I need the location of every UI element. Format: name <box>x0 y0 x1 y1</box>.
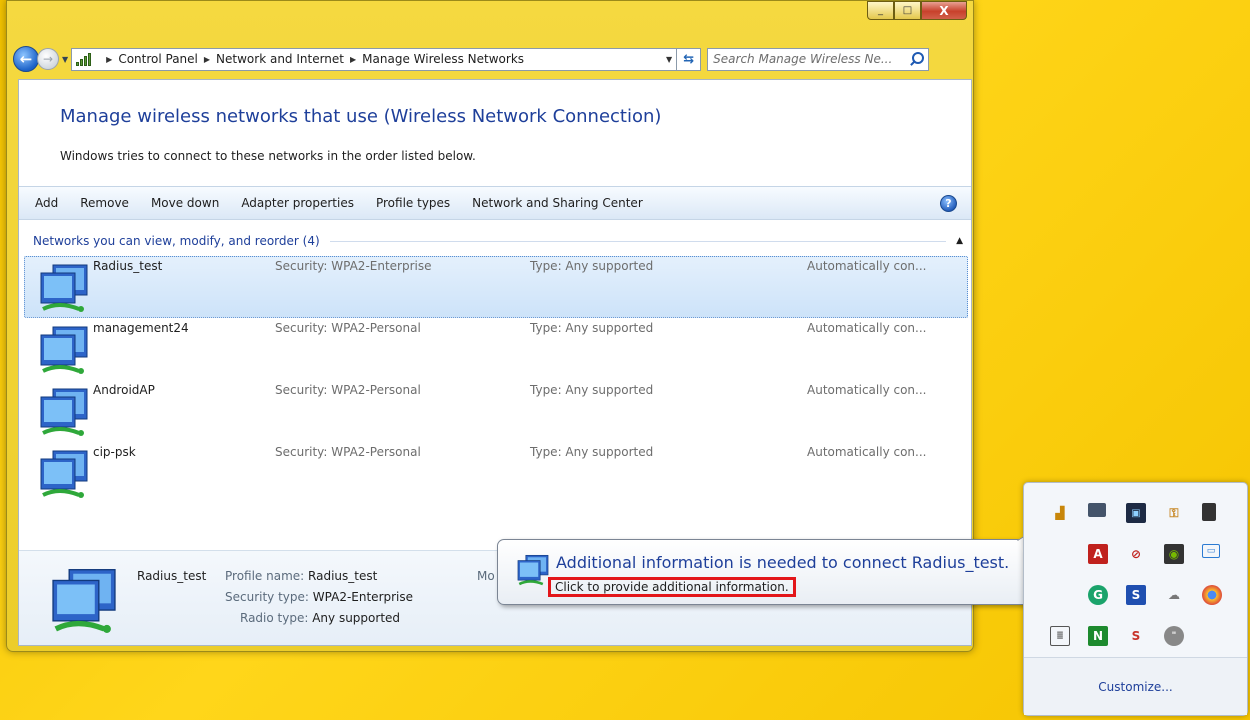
address-dropdown-icon[interactable]: ▼ <box>666 55 672 64</box>
nvidia-icon[interactable]: ◉ <box>1164 544 1184 564</box>
network-sharing-center-button[interactable]: Network and Sharing Center <box>472 196 643 210</box>
notification-area-overflow: ▟ ▣ ⚿ A ⊘ ◉ ▭ G S ☁ ≣ N S " Customize... <box>1023 482 1248 716</box>
search-icon[interactable] <box>909 52 925 66</box>
recent-pages-dropdown[interactable]: ▼ <box>62 55 68 64</box>
search-box[interactable]: Search Manage Wireless Ne... <box>707 47 930 71</box>
details-radio-type: Radio type: Any supported <box>240 611 400 625</box>
search-input[interactable]: Search Manage Wireless Ne... <box>713 52 909 66</box>
network-group-header[interactable]: Networks you can view, modify, and reord… <box>33 234 963 248</box>
collapse-caret-icon[interactable]: ▲ <box>956 236 963 246</box>
security-type-label: Security type: <box>225 590 309 604</box>
monitor-icon[interactable] <box>1088 503 1106 517</box>
command-bar: Add Remove Move down Adapter properties … <box>19 186 971 220</box>
details-security-type: Security type: WPA2-Enterprise <box>225 590 413 604</box>
group-divider <box>329 240 947 242</box>
back-button[interactable]: ← <box>13 46 39 72</box>
hardware-monitor-icon[interactable]: ▣ <box>1126 503 1146 523</box>
profile-types-button[interactable]: Profile types <box>376 196 450 210</box>
blank-slot-icon <box>1050 585 1070 605</box>
network-list: Radius_test Security: WPA2-Enterprise Ty… <box>24 256 968 504</box>
cloud-icon[interactable]: ☁ <box>1164 585 1184 605</box>
group-title: Networks you can view, modify, and reord… <box>33 234 320 248</box>
refresh-button[interactable]: ⇆ <box>677 47 702 71</box>
network-security: Security: WPA2-Enterprise <box>275 259 432 273</box>
caption-buttons: _ □ X <box>867 1 967 20</box>
wifi-signal-icon[interactable]: ▟ <box>1050 503 1070 523</box>
network-connect-mode: Automatically con... <box>807 383 927 397</box>
wireless-network-icon <box>52 569 116 633</box>
radio-type-label: Radio type: <box>240 611 309 625</box>
profile-name-value: Radius_test <box>308 569 378 583</box>
add-button[interactable]: Add <box>35 196 58 210</box>
details-network-name: Radius_test <box>137 569 207 583</box>
breadcrumb-separator[interactable]: ▶ <box>204 55 210 64</box>
security-type-value: WPA2-Enterprise <box>312 590 414 604</box>
chat-bubble-icon[interactable]: " <box>1164 626 1184 646</box>
breadcrumb-manage-wireless-networks[interactable]: Manage Wireless Networks <box>362 52 524 66</box>
wireless-network-icon <box>517 554 549 586</box>
network-adapter-icon[interactable]: ≣ <box>1050 626 1070 646</box>
help-icon[interactable]: ? <box>940 195 957 212</box>
network-connect-mode: Automatically con... <box>807 259 927 273</box>
address-bar[interactable]: ▶ Control Panel ▶ Network and Internet ▶… <box>71 47 678 71</box>
tray-footer: Customize... <box>1024 657 1247 715</box>
keyboard-icon[interactable] <box>1202 503 1216 521</box>
profile-name-label: Profile name: <box>225 569 305 583</box>
maximize-button[interactable]: □ <box>894 1 921 20</box>
minimize-button[interactable]: _ <box>867 1 894 20</box>
forward-button[interactable]: → <box>37 48 59 70</box>
network-row[interactable]: cip-psk Security: WPA2-Personal Type: An… <box>24 442 968 504</box>
navigation-bar: ← → ▼ ▶ Control Panel ▶ Network and Inte… <box>13 45 969 73</box>
network-security: Security: WPA2-Personal <box>275 445 421 459</box>
grammarly-icon[interactable]: G <box>1088 585 1108 605</box>
network-row[interactable]: management24 Security: WPA2-Personal Typ… <box>24 318 968 380</box>
network-security: Security: WPA2-Personal <box>275 383 421 397</box>
network-name: AndroidAP <box>93 383 155 397</box>
pdf-blocked-icon[interactable]: ⊘ <box>1126 544 1146 564</box>
wireless-network-icon <box>40 264 88 312</box>
breadcrumb-network-and-internet[interactable]: Network and Internet <box>216 52 344 66</box>
network-name: management24 <box>93 321 189 335</box>
network-type: Type: Any supported <box>530 445 654 459</box>
network-connect-mode: Automatically con... <box>807 321 927 335</box>
page-title: Manage wireless networks that use (Wirel… <box>60 106 662 127</box>
wireless-network-icon <box>40 450 88 498</box>
remove-button[interactable]: Remove <box>80 196 129 210</box>
tray-icon-grid: ▟ ▣ ⚿ A ⊘ ◉ ▭ G S ☁ ≣ N S " <box>1050 503 1240 667</box>
adapter-properties-button[interactable]: Adapter properties <box>241 196 354 210</box>
customize-link[interactable]: Customize... <box>1098 680 1172 694</box>
security-center-icon[interactable]: ⚿ <box>1164 503 1184 523</box>
details-profile-name: Profile name: Radius_test <box>225 569 377 583</box>
notification-balloon[interactable]: Additional information is needed to conn… <box>497 539 1076 605</box>
green-app-icon[interactable]: N <box>1088 626 1108 646</box>
network-name: Radius_test <box>93 259 163 273</box>
balloon-message[interactable]: Click to provide additional information. <box>548 577 796 597</box>
wireless-network-icon <box>40 326 88 374</box>
acrobat-icon[interactable]: A <box>1088 544 1108 564</box>
network-name: cip-psk <box>93 445 136 459</box>
network-type: Type: Any supported <box>530 321 654 335</box>
breadcrumb-control-panel[interactable]: Control Panel <box>118 52 198 66</box>
balloon-title[interactable]: Additional information is needed to conn… <box>556 553 1009 572</box>
network-type: Type: Any supported <box>530 259 654 273</box>
network-security: Security: WPA2-Personal <box>275 321 421 335</box>
ccleaner-icon[interactable]: S <box>1126 626 1146 646</box>
chrome-icon[interactable] <box>1202 585 1222 605</box>
network-row[interactable]: Radius_test Security: WPA2-Enterprise Ty… <box>24 256 968 318</box>
network-type: Type: Any supported <box>530 383 654 397</box>
mail-card-icon[interactable]: ▭ <box>1202 544 1220 558</box>
blank-slot-icon <box>1050 544 1070 564</box>
radio-type-value: Any supported <box>312 611 401 625</box>
breadcrumb-separator[interactable]: ▶ <box>106 55 112 64</box>
network-signal-icon <box>76 52 94 66</box>
wireless-network-icon <box>40 388 88 436</box>
move-down-button[interactable]: Move down <box>151 196 219 210</box>
network-connect-mode: Automatically con... <box>807 445 927 459</box>
shield-app-icon[interactable]: S <box>1126 585 1146 605</box>
breadcrumb-separator[interactable]: ▶ <box>350 55 356 64</box>
network-row[interactable]: AndroidAP Security: WPA2-Personal Type: … <box>24 380 968 442</box>
close-button[interactable]: X <box>921 1 967 20</box>
page-subtitle: Windows tries to connect to these networ… <box>60 149 476 163</box>
details-mode-label: Mo <box>477 569 495 583</box>
